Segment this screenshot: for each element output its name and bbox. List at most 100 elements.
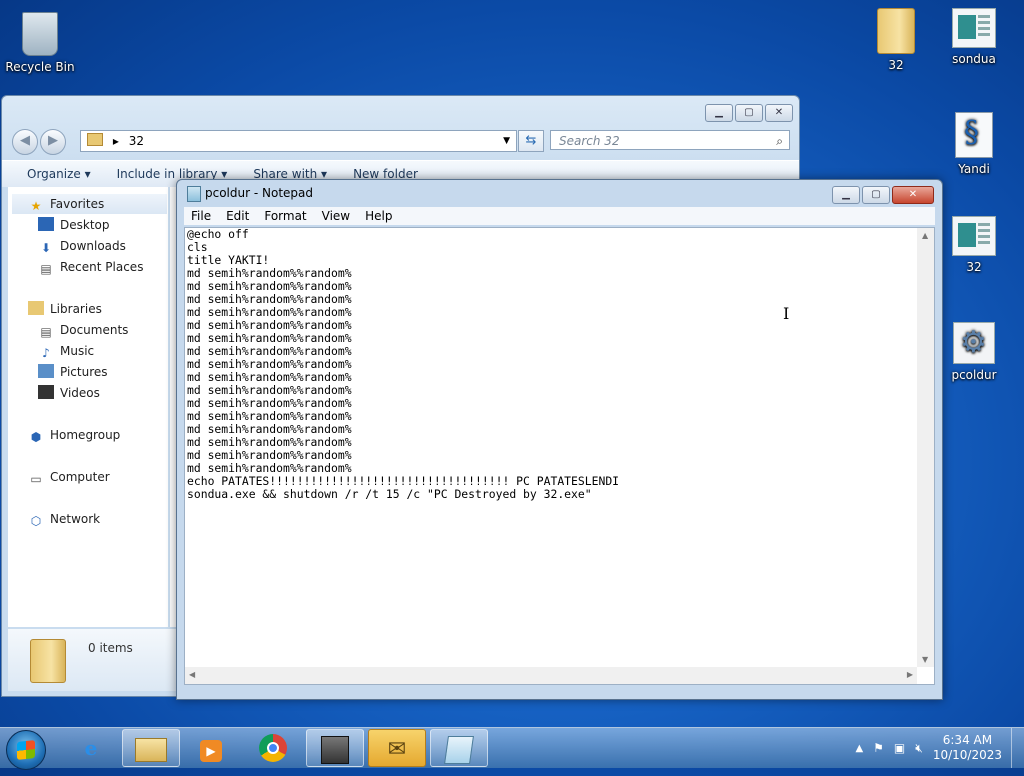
nav-item-network[interactable]: ⬡ Network bbox=[28, 509, 100, 529]
action-center-flag-icon[interactable]: ⚑ bbox=[873, 741, 884, 755]
forward-button[interactable]: ▶ bbox=[40, 129, 66, 155]
nav-item-homegroup[interactable]: ⬢ Homegroup bbox=[28, 425, 121, 445]
desktop-icon-yandi[interactable]: Yandi bbox=[934, 112, 1014, 176]
application-icon bbox=[321, 736, 349, 764]
address-bar[interactable]: ▸ 32 ▼ bbox=[80, 130, 517, 152]
nav-item-music[interactable]: ♪ Music bbox=[38, 341, 94, 361]
nav-label: Pictures bbox=[60, 365, 108, 379]
explorer-window-controls: ▁ ▢ ✕ bbox=[705, 104, 793, 122]
item-count: 0 items bbox=[88, 641, 133, 655]
menu-edit[interactable]: Edit bbox=[226, 207, 249, 225]
taskbar-app-window[interactable] bbox=[306, 729, 364, 767]
scroll-left-icon[interactable]: ◀ bbox=[189, 670, 195, 679]
refresh-button[interactable]: ⇆ bbox=[518, 130, 544, 152]
nav-label: Videos bbox=[60, 386, 100, 400]
folder-icon bbox=[135, 738, 167, 762]
maximize-button[interactable]: ▢ bbox=[862, 186, 890, 204]
desktop-icon bbox=[38, 217, 54, 231]
menu-file[interactable]: File bbox=[191, 207, 211, 225]
nav-item-recent-places[interactable]: ▤ Recent Places bbox=[38, 257, 143, 277]
clock[interactable]: 6:34 AM 10/10/2023 bbox=[933, 733, 1002, 763]
back-button[interactable]: ◀ bbox=[12, 129, 38, 155]
clock-time: 6:34 AM bbox=[942, 733, 993, 747]
nav-item-computer[interactable]: ▭ Computer bbox=[28, 467, 109, 487]
nav-item-desktop[interactable]: Desktop bbox=[38, 215, 110, 235]
windows-logo-icon bbox=[17, 740, 35, 760]
script-file-icon bbox=[955, 112, 993, 158]
taskbar-notepad[interactable] bbox=[430, 729, 488, 767]
address-dropdown-icon[interactable]: ▼ bbox=[503, 131, 510, 151]
menu-view[interactable]: View bbox=[322, 207, 350, 225]
music-icon: ♪ bbox=[42, 346, 50, 360]
scroll-up-icon[interactable]: ▲ bbox=[922, 231, 928, 240]
maximize-button[interactable]: ▢ bbox=[735, 104, 763, 122]
application-icon bbox=[952, 8, 996, 48]
horizontal-scrollbar[interactable]: ◀ ▶ bbox=[185, 667, 917, 684]
videos-icon bbox=[38, 385, 54, 399]
start-button[interactable] bbox=[6, 730, 46, 770]
desktop-icon-app-32[interactable]: 32 bbox=[934, 216, 1014, 274]
nav-item-videos[interactable]: Videos bbox=[38, 383, 100, 403]
minimize-button[interactable]: ▁ bbox=[832, 186, 860, 204]
nav-item-documents[interactable]: ▤ Documents bbox=[38, 320, 128, 340]
nav-label: Recent Places bbox=[60, 260, 144, 274]
recent-places-icon: ▤ bbox=[40, 262, 52, 276]
folder-icon bbox=[87, 133, 103, 146]
taskbar-media-player[interactable]: ▶ bbox=[182, 729, 240, 767]
vertical-scrollbar[interactable]: ▲ ▼ bbox=[917, 228, 934, 667]
editor-content[interactable]: @echo off cls title YAKTI! md semih%rand… bbox=[187, 228, 914, 664]
volume-muted-icon[interactable]: 🔇︎ bbox=[915, 741, 923, 756]
desktop-icon-recycle-bin[interactable]: Recycle Bin bbox=[0, 8, 80, 74]
downloads-icon: ⬇ bbox=[40, 241, 52, 255]
desktop-icon-label: pcoldur bbox=[951, 368, 997, 382]
scroll-down-icon[interactable]: ▼ bbox=[922, 655, 928, 664]
network-status-icon[interactable]: ▣ bbox=[894, 741, 905, 755]
organize-button[interactable]: Organize ▾ bbox=[27, 161, 91, 187]
notepad-window: pcoldur - Notepad ▁ ▢ ✕ File Edit Format… bbox=[176, 179, 943, 700]
nav-item-pictures[interactable]: Pictures bbox=[38, 362, 108, 382]
scroll-right-icon[interactable]: ▶ bbox=[907, 670, 913, 679]
menu-bar: File Edit Format View Help bbox=[184, 207, 935, 225]
desktop-icon-label: Yandi bbox=[958, 162, 990, 176]
menu-help[interactable]: Help bbox=[365, 207, 392, 225]
taskbar-chrome[interactable] bbox=[244, 729, 302, 767]
explorer-navbar: ◀ ▶ ▸ 32 ▼ ⇆ Search 32 ⌕ bbox=[10, 129, 791, 155]
search-placeholder: Search 32 bbox=[559, 134, 620, 148]
nav-label: Favorites bbox=[50, 197, 105, 211]
nav-item-favorites[interactable]: ★ Favorites bbox=[12, 194, 167, 214]
menu-format[interactable]: Format bbox=[264, 207, 306, 225]
desktop-icon-sondua[interactable]: sondua bbox=[934, 8, 1014, 66]
nav-item-downloads[interactable]: ⬇ Downloads bbox=[38, 236, 126, 256]
chrome-icon bbox=[259, 734, 287, 762]
homegroup-icon: ⬢ bbox=[30, 430, 42, 444]
nav-label: Desktop bbox=[60, 218, 110, 232]
nav-label: Downloads bbox=[60, 239, 126, 253]
taskbar-file-explorer[interactable] bbox=[122, 729, 180, 767]
desktop-icon-pcoldur[interactable]: pcoldur bbox=[934, 322, 1014, 382]
nav-item-libraries[interactable]: Libraries bbox=[28, 299, 102, 319]
notepad-icon bbox=[187, 186, 201, 202]
window-title: pcoldur - Notepad bbox=[205, 186, 313, 200]
desktop-icon-folder-32[interactable]: 32 bbox=[856, 8, 936, 72]
pictures-icon bbox=[38, 364, 54, 378]
folder-icon bbox=[30, 639, 66, 683]
show-desktop-button[interactable] bbox=[1011, 728, 1024, 768]
application-icon bbox=[952, 216, 996, 256]
notepad-window-controls: ▁ ▢ ✕ bbox=[832, 186, 934, 204]
taskbar-internet-explorer[interactable]: e bbox=[62, 729, 120, 767]
libraries-icon bbox=[28, 301, 44, 315]
network-icon: ⬡ bbox=[30, 514, 42, 528]
minimize-button[interactable]: ▁ bbox=[705, 104, 733, 122]
mail-icon: ✉ bbox=[387, 737, 407, 762]
taskbar-mail[interactable]: ✉ bbox=[368, 729, 426, 767]
close-button[interactable]: ✕ bbox=[892, 186, 934, 204]
clock-date: 10/10/2023 bbox=[932, 748, 1002, 762]
close-button[interactable]: ✕ bbox=[765, 104, 793, 122]
breadcrumb-current[interactable]: 32 bbox=[129, 134, 144, 148]
computer-icon: ▭ bbox=[30, 472, 42, 486]
text-editor[interactable]: @echo off cls title YAKTI! md semih%rand… bbox=[184, 227, 935, 685]
search-input[interactable]: Search 32 ⌕ bbox=[550, 130, 790, 150]
search-icon[interactable]: ⌕ bbox=[776, 131, 783, 151]
nav-label: Network bbox=[50, 512, 101, 526]
show-hidden-icons-icon[interactable]: ▲ bbox=[855, 743, 863, 754]
